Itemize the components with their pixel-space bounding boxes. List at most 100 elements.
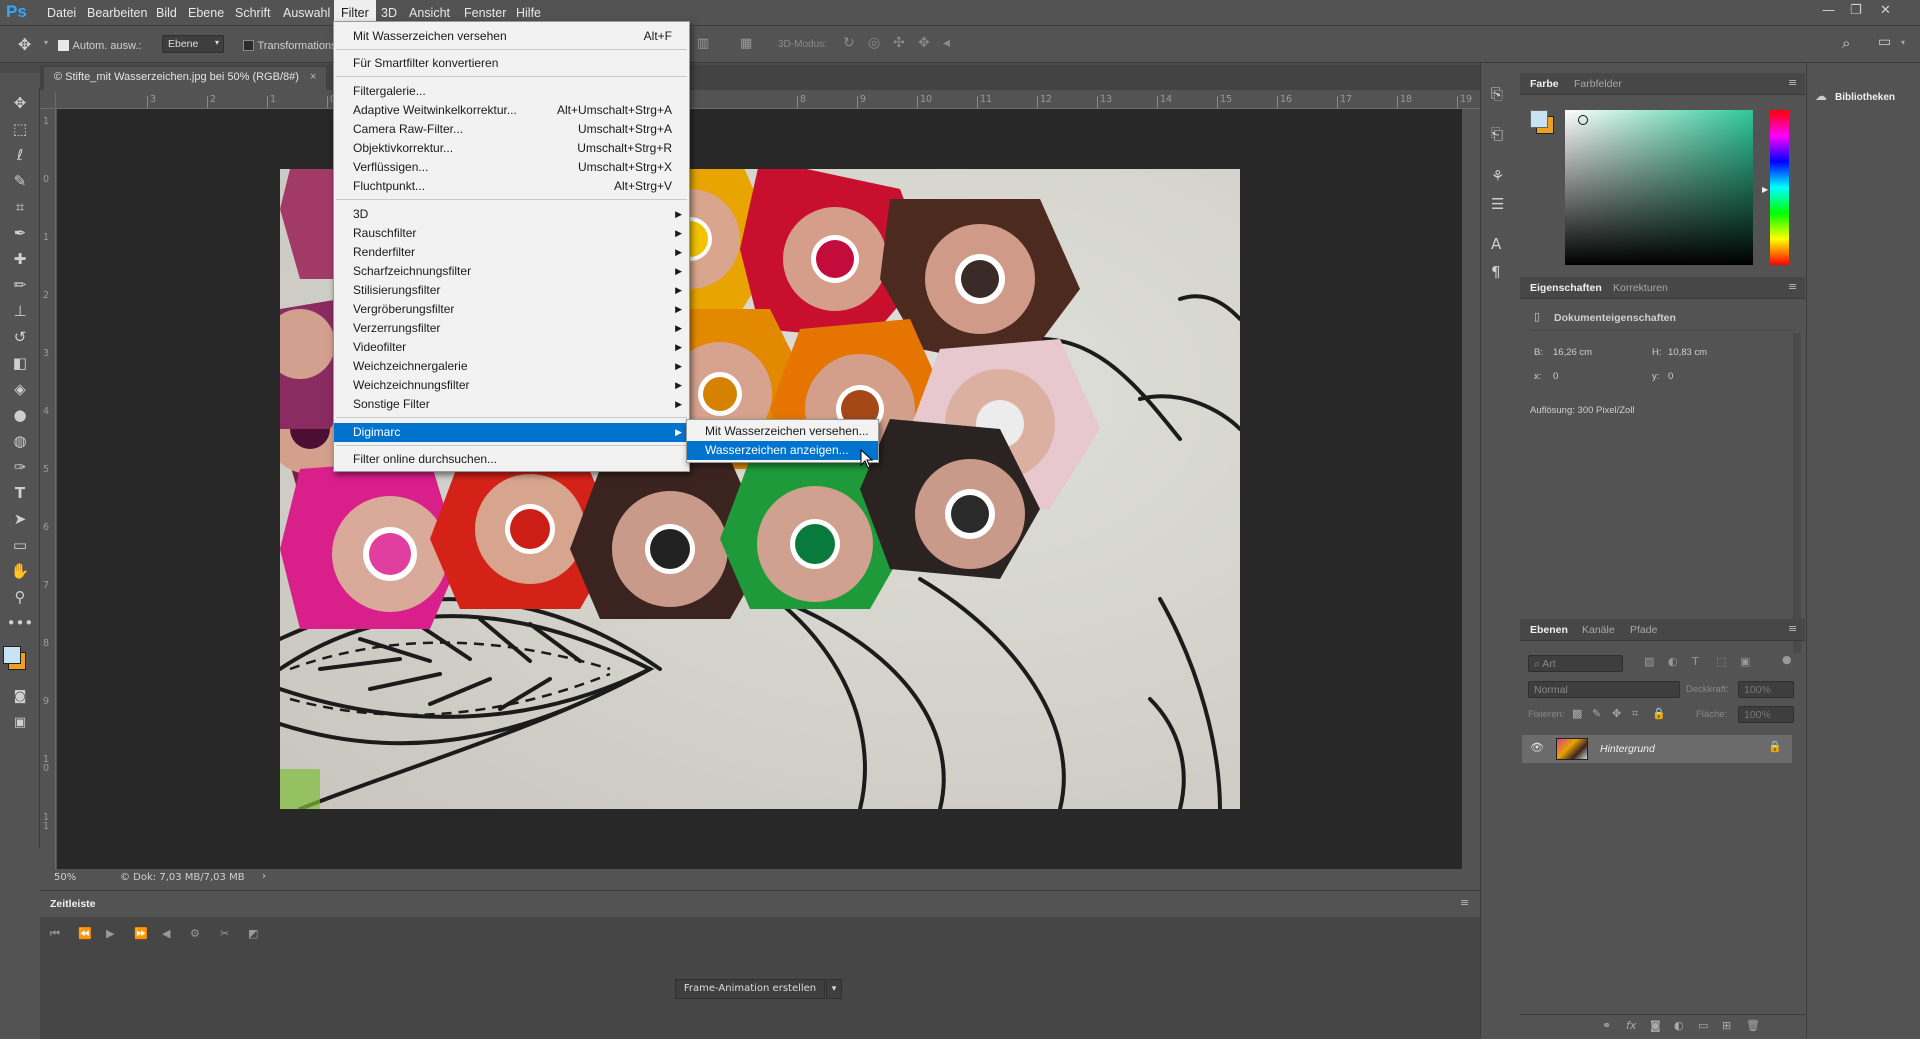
menu-item-camera-raw[interactable]: Camera Raw-Filter... Umschalt+Strg+A [334, 120, 689, 139]
fill-input[interactable]: 100% [1738, 706, 1794, 723]
panel-menu-icon[interactable]: ≡ [1788, 622, 1797, 635]
menu-bild[interactable]: Bild [156, 6, 177, 20]
menu-ebene[interactable]: Ebene [188, 6, 224, 20]
document-tab[interactable]: © Stifte_mit Wasserzeichen.jpg bei 50% (… [44, 67, 327, 90]
actions-icon[interactable]: ⎗ [1491, 125, 1503, 143]
lock-transparency-icon[interactable]: ▩ [1572, 707, 1582, 720]
layer-name[interactable]: Hintergrund [1600, 743, 1655, 755]
workspace-icon[interactable]: ▭ [1878, 34, 1891, 50]
search-icon[interactable]: ⌕ [1842, 34, 1850, 52]
lock-artboard-icon[interactable]: ⌗ [1632, 707, 1638, 721]
first-frame-icon[interactable]: ⏮ [50, 927, 60, 941]
menu-ansicht[interactable]: Ansicht [409, 6, 450, 20]
history-icon[interactable]: ⎘ [1491, 85, 1503, 103]
distribute-icon[interactable]: ▦ [740, 36, 752, 51]
drag-3d-icon[interactable]: ✣ [893, 35, 905, 51]
transition-icon[interactable]: ◩ [248, 927, 258, 940]
audio-icon[interactable]: ◀ [162, 927, 170, 940]
menu-item-objektivkorrektur[interactable]: Objektivkorrektur... Umschalt+Strg+R [334, 139, 689, 158]
menu-item-fluchtpunkt[interactable]: Fluchtpunkt... Alt+Strg+V [334, 177, 689, 196]
zoom-level[interactable]: 50% [54, 872, 76, 883]
eyedropper-tool-icon[interactable]: ✒ [0, 220, 40, 246]
crop-tool-icon[interactable]: ⌗ [0, 194, 40, 220]
paint-bucket-icon[interactable]: ◈ [0, 376, 40, 402]
animation-type-dropdown[interactable]: ▾ [826, 979, 842, 999]
stamp-tool-icon[interactable]: ⊥ [0, 298, 40, 324]
chevron-down-icon[interactable]: ▾ [1901, 38, 1905, 47]
opacity-input[interactable]: 100% [1738, 681, 1794, 698]
transform-checkbox[interactable] [243, 40, 254, 51]
move-tool-icon[interactable]: ✥ [18, 35, 31, 54]
layer-style-icon[interactable]: fx [1626, 1019, 1636, 1032]
menu-item-sonstige[interactable]: Sonstige Filter ▶ [334, 395, 689, 414]
menu-item-digimarc[interactable]: Digimarc ▶ [334, 423, 689, 442]
ruler-origin[interactable] [40, 92, 56, 109]
brush-presets-icon[interactable]: ⚘ [1491, 167, 1504, 185]
visibility-eye-icon[interactable]: 👁 [1530, 741, 1544, 754]
eraser-tool-icon[interactable]: ◧ [0, 350, 40, 376]
blur-tool-icon[interactable]: ● [0, 402, 40, 428]
link-layers-icon[interactable]: ⚭ [1602, 1019, 1611, 1032]
new-layer-icon[interactable]: ⊞ [1722, 1019, 1731, 1032]
tab-eigenschaften[interactable]: Eigenschaften [1530, 282, 1602, 294]
close-button[interactable]: ✕ [1880, 3, 1891, 18]
paragraph-icon[interactable]: ¶ [1491, 263, 1501, 281]
menu-item-videofilter[interactable]: Videofilter ▶ [334, 338, 689, 357]
quick-select-tool-icon[interactable]: ✎ [0, 168, 40, 194]
menu-item-stilisierung[interactable]: Stilisierungsfilter ▶ [334, 281, 689, 300]
filter-smart-object-icon[interactable]: ▣ [1740, 655, 1750, 668]
menu-bearbeiten[interactable]: Bearbeiten [87, 6, 147, 20]
menu-item-verfluessigen[interactable]: Verflüssigen... Umschalt+Strg+X [334, 158, 689, 177]
hue-slider-handle[interactable]: ▶ [1762, 185, 1768, 194]
lock-position-icon[interactable]: ✥ [1612, 707, 1621, 720]
tab-farbe[interactable]: Farbe [1530, 78, 1559, 90]
submenu-item-mit-wasserzeichen[interactable]: Mit Wasserzeichen versehen... [687, 422, 878, 441]
menu-item-rauschfilter[interactable]: Rauschfilter ▶ [334, 224, 689, 243]
quick-mask-icon[interactable]: ◙ [0, 684, 40, 710]
restore-button[interactable]: ❐ [1850, 3, 1862, 18]
zoom-tool-icon[interactable]: ⚲ [0, 584, 40, 610]
marquee-tool-icon[interactable]: ⬚ [0, 116, 40, 142]
transform-controls-option[interactable]: Transformationss [243, 38, 342, 52]
minimize-button[interactable]: — [1822, 3, 1835, 18]
rectangle-tool-icon[interactable]: ▭ [0, 532, 40, 558]
tab-korrekturen[interactable]: Korrekturen [1613, 282, 1668, 294]
filter-shape-icon[interactable]: ⬚ [1716, 655, 1726, 668]
tab-kanaele[interactable]: Kanäle [1582, 624, 1615, 636]
scale-3d-icon[interactable]: ◂ [943, 35, 950, 51]
play-icon[interactable]: ▶ [106, 927, 114, 940]
rotate-3d-icon[interactable]: ↻ [843, 35, 855, 51]
menu-3d[interactable]: 3D [381, 6, 397, 20]
panel-menu-icon[interactable]: ≡ [1460, 896, 1469, 909]
create-frame-animation-button[interactable]: Frame-Animation erstellen [675, 979, 825, 999]
tab-farbfelder[interactable]: Farbfelder [1574, 78, 1622, 90]
hand-tool-icon[interactable]: ✋ [0, 558, 40, 584]
layer-row[interactable]: 👁 Hintergrund 🔒 [1522, 735, 1792, 763]
menu-item-smartfilter[interactable]: Für Smartfilter konvertieren [334, 54, 689, 73]
more-tools-icon[interactable]: ••• [0, 610, 40, 636]
menu-item-scharfzeichnung[interactable]: Scharfzeichnungsfilter ▶ [334, 262, 689, 281]
menu-item-3d[interactable]: 3D ▶ [334, 205, 689, 224]
brush-tool-icon[interactable]: ✏ [0, 272, 40, 298]
timeline-tab[interactable]: Zeitleiste [50, 898, 96, 910]
submenu-item-wasserzeichen-anzeigen[interactable]: Wasserzeichen anzeigen... [687, 441, 878, 460]
screen-mode-icon[interactable]: ▣ [0, 710, 40, 736]
slide-3d-icon[interactable]: ✥ [918, 35, 930, 51]
history-brush-icon[interactable]: ↺ [0, 324, 40, 350]
group-icon[interactable]: ▭ [1698, 1019, 1708, 1032]
auto-select-dropdown[interactable]: Ebene ▾ [162, 35, 224, 53]
menu-item-adaptive-weitwinkel[interactable]: Adaptive Weitwinkelkorrektur... Alt+Umsch… [334, 101, 689, 120]
align-icon[interactable]: ▥ [697, 36, 709, 51]
dodge-tool-icon[interactable]: ◍ [0, 428, 40, 454]
auto-select-option[interactable]: Autom. ausw.: [58, 38, 142, 52]
filter-type-icon[interactable]: T [1692, 655, 1699, 668]
pen-tool-icon[interactable]: ✑ [0, 454, 40, 480]
filter-adjustment-icon[interactable]: ◐ [1668, 655, 1678, 668]
status-menu-arrow[interactable]: › [262, 871, 266, 882]
type-tool-icon[interactable]: T [0, 480, 40, 506]
lock-pixels-icon[interactable]: ✎ [1592, 707, 1601, 720]
close-tab-icon[interactable]: × [310, 71, 316, 83]
healing-brush-icon[interactable]: ✚ [0, 246, 40, 272]
tab-pfade[interactable]: Pfade [1630, 624, 1657, 636]
menu-schrift[interactable]: Schrift [235, 6, 270, 20]
